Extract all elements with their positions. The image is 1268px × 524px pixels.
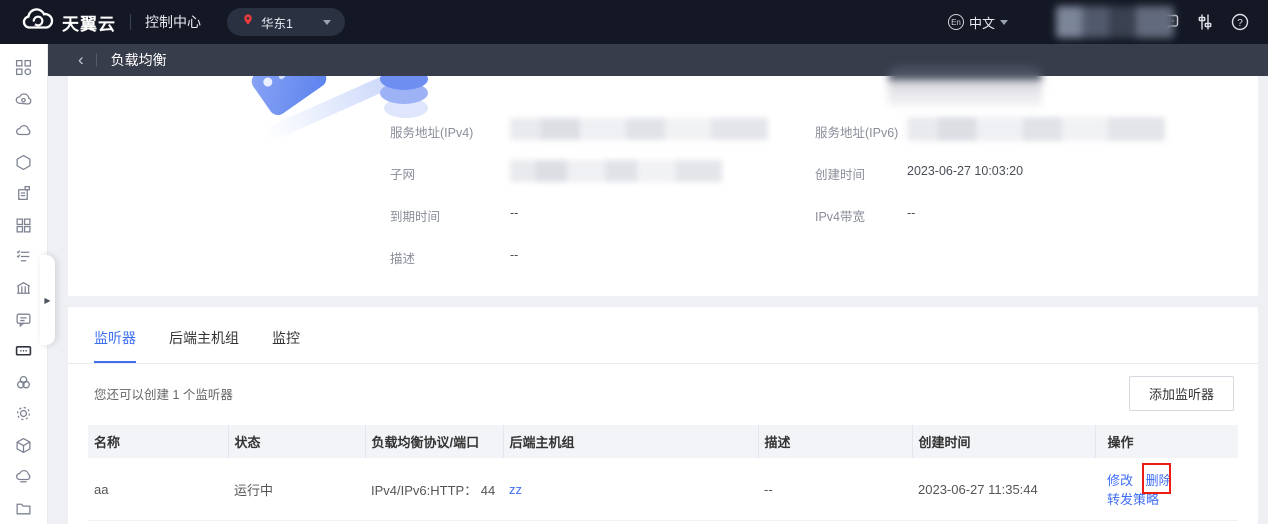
field-value: 2023-06-27 10:03:20 [907,164,1023,178]
server-icon[interactable] [0,178,48,209]
cloud-icon[interactable] [0,115,48,146]
svg-text:?: ? [1237,18,1243,29]
tab-bar: 监听器 后端主机组 监控 [68,307,1258,364]
table-header-row: 名称 状态 负载均衡协议/端口 后端主机组 描述 创建时间 操作 [88,425,1238,458]
chevron-down-icon [1000,20,1008,25]
topbar-divider [130,14,131,30]
venn-circles-icon[interactable] [0,367,48,398]
cell-protocol: IPv4/IPv6:HTTPS： 55 [365,521,503,524]
cell-created: 2023-06-27 11:35:44 [912,458,1095,521]
tab-backend-groups[interactable]: 后端主机组 [169,328,239,363]
brand-cloud-logo-icon[interactable] [20,8,54,37]
listener-panel: 监听器 后端主机组 监控 您还可以创建 1 个监听器 添加监听器 名称 状态 负… [68,307,1258,524]
redaction-subnet-value [510,160,722,182]
region-selector[interactable]: 华东1 [227,8,345,36]
field-subnet: 子网 [390,164,722,183]
radar-icon[interactable] [0,398,48,429]
field-label: 到期时间 [390,206,510,225]
brand-name: 天翼云 [62,10,116,35]
loadbalancer-illustration [168,76,428,142]
chevron-down-icon [323,20,331,25]
field-value: -- [907,206,915,220]
cloud-service-icon[interactable] [0,461,48,492]
field-create-time: 创建时间 2023-06-27 10:03:20 [815,164,1023,183]
console-center-link[interactable]: 控制中心 [145,12,201,32]
cube-icon[interactable] [0,430,48,461]
redaction-ipv4-value [510,118,768,140]
dashboard-icon[interactable] [0,52,48,83]
col-header-backend-group: 后端主机组 [503,425,758,458]
location-pin-icon [241,12,255,33]
folder-icon[interactable] [0,493,48,524]
field-value: -- [510,206,518,220]
tab-monitoring[interactable]: 监控 [272,328,300,363]
listener-quota-text: 您还可以创建 1 个监听器 [94,384,233,403]
back-button[interactable]: ‹ [48,51,96,70]
cell-name: aa [88,458,228,521]
cell-created: 2023-06-27 11:28:25 [912,521,1095,524]
forward-policy-link[interactable]: 转发策略 [1107,492,1159,507]
delete-link[interactable]: 删除 [1146,473,1172,488]
listener-row: ss 运行中 IPv4/IPv6:HTTPS： 55 aa -- 2023-06… [88,521,1238,524]
app-grid-icon[interactable] [0,209,48,240]
language-selector[interactable]: En 中文 [948,13,1008,32]
breadcrumb: ‹ 负载均衡 [48,44,1268,76]
redaction-username [1056,6,1174,38]
redaction-ipv6-value [907,117,1165,141]
backend-group-link[interactable]: zz [509,482,522,497]
field-service-ipv6: 服务地址(IPv6) [815,122,1165,141]
tab-listener[interactable]: 监听器 [94,328,136,363]
field-value: -- [510,248,518,262]
panel-expander-handle[interactable]: ▶ [40,255,55,345]
cell-name: ss [88,521,228,524]
field-expire-time: 到期时间 -- [390,206,518,225]
col-header-status: 状态 [228,425,365,458]
cell-description: -- [758,458,912,521]
cell-status: 运行中 [228,458,365,521]
field-label: 服务地址(IPv6) [815,122,907,141]
col-header-protocol: 负载均衡协议/端口 [365,425,503,458]
field-label: 服务地址(IPv4) [390,122,510,141]
field-label: 子网 [390,164,510,183]
settings-sliders-icon[interactable] [1195,12,1215,32]
lb-overview-panel: 服务地址(IPv4) 子网 到期时间 -- 描述 -- 服务地址(IPv6) 创… [68,76,1258,296]
breadcrumb-divider [96,53,97,67]
field-label: 描述 [390,248,510,267]
field-label: IPv4带宽 [815,206,907,225]
col-header-operations: 操作 [1095,425,1238,458]
col-header-description: 描述 [758,425,912,458]
field-description: 描述 -- [390,248,518,267]
cell-protocol: IPv4/IPv6:HTTP： 44 [365,458,503,521]
col-header-created: 创建时间 [912,425,1095,458]
redaction-lb-name [888,66,1042,112]
page-title: 负载均衡 [111,50,167,70]
cell-description: -- [758,521,912,524]
field-service-ipv4: 服务地址(IPv4) [390,122,768,141]
add-listener-button[interactable]: 添加监听器 [1129,376,1234,411]
field-label: 创建时间 [815,164,907,183]
listener-table: 名称 状态 负载均衡协议/端口 后端主机组 描述 创建时间 操作 aa 运行中 … [88,425,1238,524]
cloud-network-icon[interactable] [0,83,48,114]
cell-status: 运行中 [228,521,365,524]
region-label: 华东1 [261,13,293,32]
col-header-name: 名称 [88,425,228,458]
language-label: 中文 [969,13,995,32]
help-icon[interactable]: ? [1230,12,1250,32]
field-ipv4-bandwidth: IPv4带宽 -- [815,206,915,225]
language-en-icon: En [948,14,964,30]
modify-link[interactable]: 修改 [1107,473,1133,488]
listener-row: aa 运行中 IPv4/IPv6:HTTP： 44 zz -- 2023-06-… [88,458,1238,521]
hexagon-shield-icon[interactable] [0,146,48,177]
